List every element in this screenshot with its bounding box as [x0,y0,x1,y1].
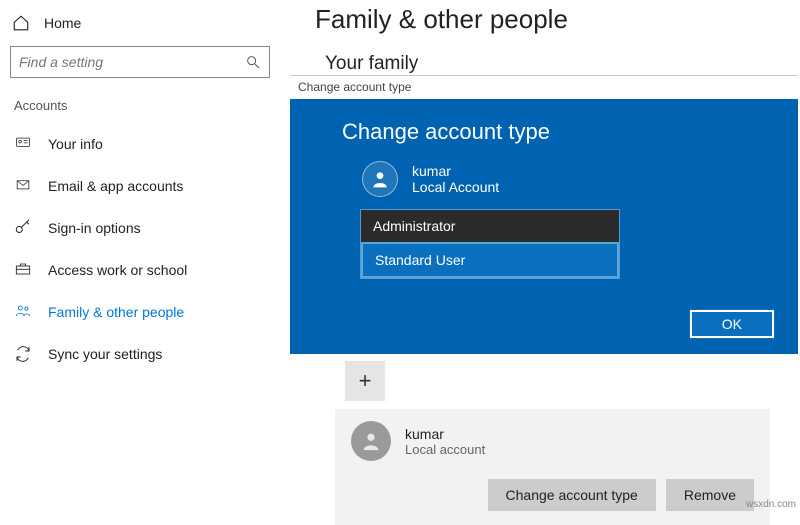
search-input[interactable] [19,54,245,70]
dialog-account-row: kumar Local Account [290,161,798,209]
add-button[interactable]: + [345,361,385,401]
dialog-title: Change account type [290,99,798,161]
page-title: Family & other people [315,0,800,45]
search-icon [245,54,261,70]
account-type-dropdown[interactable]: Administrator Standard User [360,209,620,279]
change-account-type-dialog: Change account type kumar Local Account … [290,99,798,354]
key-icon [14,219,32,237]
watermark: wsxdn.com [746,499,796,510]
sidebar-item-label: Family & other people [48,304,184,320]
sidebar-item-signin[interactable]: Sign-in options [0,207,280,249]
option-standard-user[interactable]: Standard User [361,242,619,278]
settings-sidebar: Home Accounts Your info Email & app acco… [0,0,280,512]
sync-icon [14,345,32,363]
dialog-titlebar: Change account type [290,75,798,99]
search-box[interactable] [10,46,270,78]
account-card: kumar Local account Change account type … [335,409,770,525]
change-account-type-button[interactable]: Change account type [488,479,656,511]
sidebar-item-label: Access work or school [48,262,187,278]
avatar-icon [362,161,398,197]
sidebar-item-family[interactable]: Family & other people [0,291,280,333]
sidebar-item-label: Your info [48,136,103,152]
sidebar-item-label: Email & app accounts [48,178,183,194]
people-icon [14,303,32,321]
dialog-account-type: Local Account [412,179,499,195]
sidebar-item-work[interactable]: Access work or school [0,249,280,291]
sidebar-item-your-info[interactable]: Your info [0,123,280,165]
sidebar-item-sync[interactable]: Sync your settings [0,333,280,375]
sidebar-item-email[interactable]: Email & app accounts [0,165,280,207]
sidebar-item-label: Sign-in options [48,220,141,236]
home-label: Home [44,15,81,31]
remove-button[interactable]: Remove [666,479,754,511]
section-heading: Accounts [0,92,280,123]
avatar-icon [351,421,391,461]
home-icon [12,14,30,32]
account-row[interactable]: kumar Local account [351,421,754,461]
dialog-account-name: kumar [412,163,499,179]
person-card-icon [14,135,32,153]
mail-icon [14,177,32,195]
briefcase-icon [14,261,32,279]
section-title: Your family [315,45,800,79]
home-nav[interactable]: Home [0,8,280,42]
sidebar-item-label: Sync your settings [48,346,162,362]
account-type: Local account [405,442,485,457]
account-name: kumar [405,426,485,442]
option-administrator[interactable]: Administrator [361,210,619,242]
plus-icon: + [359,368,372,394]
ok-button[interactable]: OK [690,310,774,338]
